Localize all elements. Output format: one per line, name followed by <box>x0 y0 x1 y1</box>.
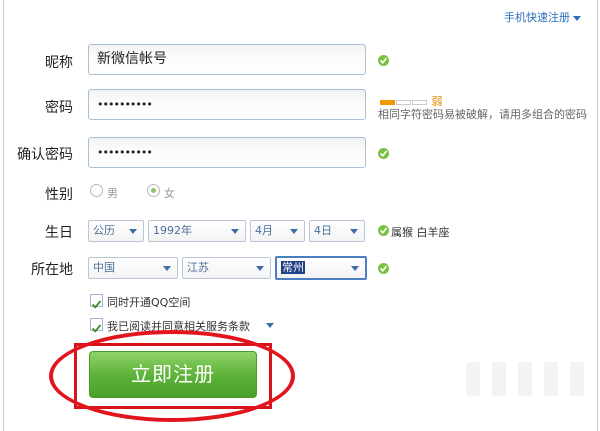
mobile-register-link[interactable]: 手机快速注册 <box>504 9 581 25</box>
nickname-input[interactable]: 新微信帐号 <box>88 44 366 75</box>
registration-panel: 手机快速注册 昵称 新微信帐号 密码 •••••••••• 弱 相同字符密码易被… <box>3 0 598 431</box>
confirm-password-input[interactable]: •••••••••• <box>88 137 366 168</box>
qzone-checkbox-label[interactable]: 同时开通QQ空间 <box>107 294 190 310</box>
city-select[interactable]: 常州 <box>275 256 367 280</box>
gender-female-label: 女 <box>164 187 175 200</box>
gender-female-radio[interactable] <box>147 184 160 197</box>
gender-male-label: 男 <box>107 187 118 200</box>
password-input[interactable]: •••••••••• <box>88 89 366 120</box>
check-icon <box>378 55 389 66</box>
chevron-down-icon[interactable] <box>351 266 359 271</box>
confirm-password-label: 确认密码 <box>17 147 73 163</box>
password-hint: 相同字符密码易被破解，请用多组合的密码 <box>378 108 587 121</box>
birthday-label: 生日 <box>45 225 73 241</box>
terms-checkbox[interactable] <box>90 318 103 333</box>
strength-bar-segment <box>380 99 395 105</box>
chevron-down-icon[interactable] <box>573 15 581 21</box>
chevron-down-icon[interactable] <box>266 323 274 328</box>
country-select[interactable]: 中国 <box>88 257 178 279</box>
birth-year-select[interactable]: 1992年 <box>148 220 246 242</box>
checkmark-icon <box>91 300 102 309</box>
zodiac-text: 属猴 白羊座 <box>391 226 450 239</box>
watermark <box>466 362 586 396</box>
gender-label: 性别 <box>45 187 73 203</box>
check-icon <box>378 263 389 274</box>
strength-bar-segment <box>396 99 411 105</box>
location-label: 所在地 <box>31 262 73 278</box>
birth-month-select[interactable]: 4月 <box>250 220 305 242</box>
chevron-down-icon[interactable] <box>129 229 137 234</box>
strength-bar-segment <box>412 99 427 105</box>
chevron-down-icon[interactable] <box>256 266 264 271</box>
nickname-label: 昵称 <box>45 55 73 71</box>
chevron-down-icon[interactable] <box>231 229 239 234</box>
qzone-checkbox[interactable] <box>90 294 103 309</box>
checkmark-icon <box>91 324 102 333</box>
check-icon <box>378 225 389 236</box>
check-icon <box>378 148 389 159</box>
highlight-ellipse <box>49 330 295 422</box>
chevron-down-icon[interactable] <box>163 266 171 271</box>
chevron-down-icon[interactable] <box>290 229 298 234</box>
chevron-down-icon[interactable] <box>350 229 358 234</box>
birth-day-select[interactable]: 4日 <box>309 220 365 242</box>
calendar-type-select[interactable]: 公历 <box>88 220 144 242</box>
province-select[interactable]: 江苏 <box>182 257 271 279</box>
password-label: 密码 <box>45 100 73 116</box>
gender-male-radio[interactable] <box>90 184 103 197</box>
